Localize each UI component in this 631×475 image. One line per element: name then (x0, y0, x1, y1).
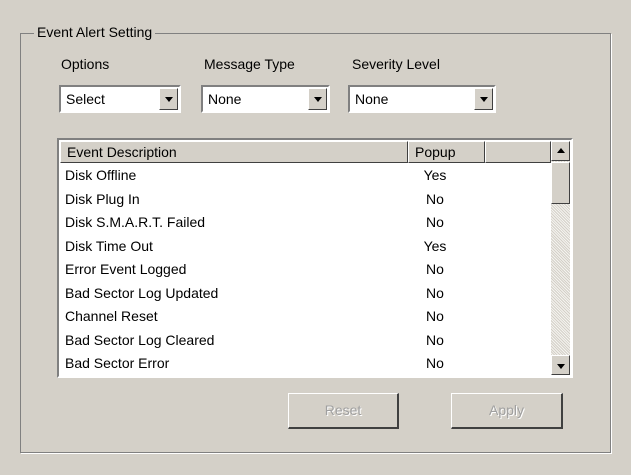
scroll-up-button[interactable] (551, 141, 570, 161)
event-rows: Disk Offline Yes Disk Plug In No Disk S.… (62, 165, 546, 376)
table-row[interactable]: Disk S.M.A.R.T. Failed No (62, 212, 546, 236)
table-row[interactable]: Disk Offline Yes (62, 165, 546, 189)
popup-cell: No (426, 308, 444, 324)
scroll-down-button[interactable] (551, 355, 570, 375)
message-type-select-value: None (208, 91, 242, 107)
column-header-event-description[interactable]: Event Description (60, 141, 408, 163)
popup-cell: No (426, 261, 444, 277)
table-row[interactable]: Bad Sector Log Cleared No (62, 330, 546, 354)
event-description-cell: Bad Sector Log Updated (65, 284, 219, 301)
severity-level-select-value: None (355, 91, 389, 107)
options-dropdown-button[interactable] (159, 88, 178, 110)
severity-level-label: Severity Level (352, 56, 440, 72)
table-row[interactable]: Disk Time Out Yes (62, 236, 546, 260)
event-description-cell: Channel Reset (65, 308, 158, 324)
severity-level-select[interactable]: None (348, 85, 496, 113)
popup-cell: Yes (423, 167, 447, 183)
apply-button[interactable]: Apply (451, 393, 563, 429)
chevron-down-icon (480, 97, 488, 102)
event-description-cell: Bad Sector Error (65, 355, 170, 371)
scroll-up-arrow-icon (557, 148, 565, 153)
popup-cell: No (426, 190, 444, 207)
scroll-thumb[interactable] (551, 162, 570, 204)
event-list[interactable]: Event Description Popup Disk Offline Yes… (57, 138, 573, 378)
event-description-cell: Bad Sector Log Cleared (65, 331, 215, 348)
event-description-cell: Error Event Logged (65, 261, 187, 277)
event-description-cell: Disk Time Out (65, 237, 153, 254)
popup-cell: Yes (423, 237, 447, 254)
message-type-label: Message Type (204, 56, 295, 72)
table-row[interactable]: Channel Reset No (62, 306, 546, 330)
options-label: Options (61, 56, 110, 72)
table-row[interactable]: Bad Sector Log Updated No (62, 283, 546, 307)
event-description-cell: Disk S.M.A.R.T. Failed (65, 214, 206, 230)
severity-level-dropdown-button[interactable] (474, 88, 493, 110)
message-type-select[interactable]: None (201, 85, 330, 113)
scroll-down-arrow-icon (557, 364, 565, 369)
column-header-popup[interactable]: Popup (408, 141, 485, 163)
options-select-value: Select (66, 91, 105, 107)
event-description-cell: Disk Plug In (65, 190, 140, 207)
column-header-empty (485, 141, 551, 163)
popup-cell: No (426, 284, 444, 301)
popup-cell: No (426, 214, 444, 230)
options-select[interactable]: Select (59, 85, 181, 113)
table-row[interactable]: Bad Sector Error No (62, 353, 546, 376)
event-description-cell: Disk Offline (65, 167, 137, 183)
chevron-down-icon (314, 97, 322, 102)
table-row[interactable]: Disk Plug In No (62, 189, 546, 213)
reset-button[interactable]: Reset (288, 393, 399, 429)
chevron-down-icon (165, 97, 173, 102)
group-title: Event Alert Setting (34, 24, 156, 40)
table-row[interactable]: Error Event Logged No (62, 259, 546, 283)
popup-cell: No (426, 331, 444, 348)
popup-cell: No (426, 355, 444, 371)
vertical-scrollbar[interactable] (551, 141, 570, 375)
message-type-dropdown-button[interactable] (308, 88, 327, 110)
